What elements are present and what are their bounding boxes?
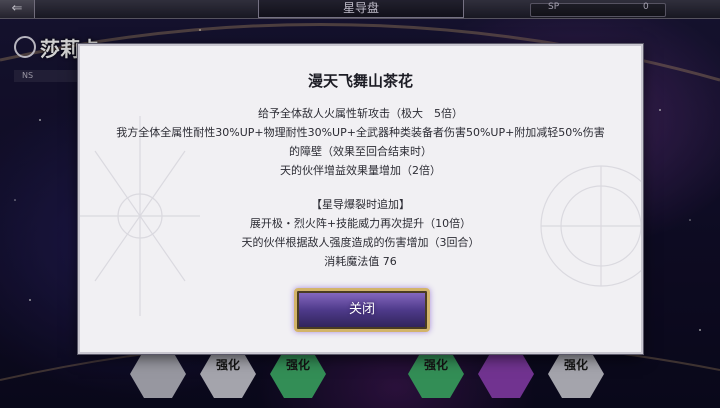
burst-line: 天的伙伴根据敌人强度造成的伤害增加（3回合） (241, 236, 480, 249)
mp-cost: 消耗魔法值 76 (324, 255, 397, 268)
description-line: 天的伙伴增益效果量增加（2倍） (280, 164, 441, 177)
burst-line: 展开极・烈火阵+技能威力再次提升（10倍） (249, 217, 472, 230)
description-line: 的障壁（效果至回合结束时） (289, 145, 432, 158)
skill-title: 漫天飞舞山茶花 (307, 72, 413, 90)
description-line: 我方全体全属性耐性30%UP+物理耐性30%UP+全武器种类装备者伤害50%UP… (116, 126, 605, 139)
burst-heading: 【星导爆裂时追加】 (311, 198, 410, 211)
close-button[interactable]: 关闭 (294, 288, 430, 332)
description-line: 给予全体敌人火属性斩攻击（极大 5倍） (258, 107, 463, 120)
skill-description: 给予全体敌人火属性斩攻击（极大 5倍） 我方全体全属性耐性30%UP+物理耐性3… (100, 104, 621, 271)
skill-detail-dialog: 漫天飞舞山茶花 给予全体敌人火属性斩攻击（极大 5倍） 我方全体全属性耐性30%… (78, 44, 643, 354)
